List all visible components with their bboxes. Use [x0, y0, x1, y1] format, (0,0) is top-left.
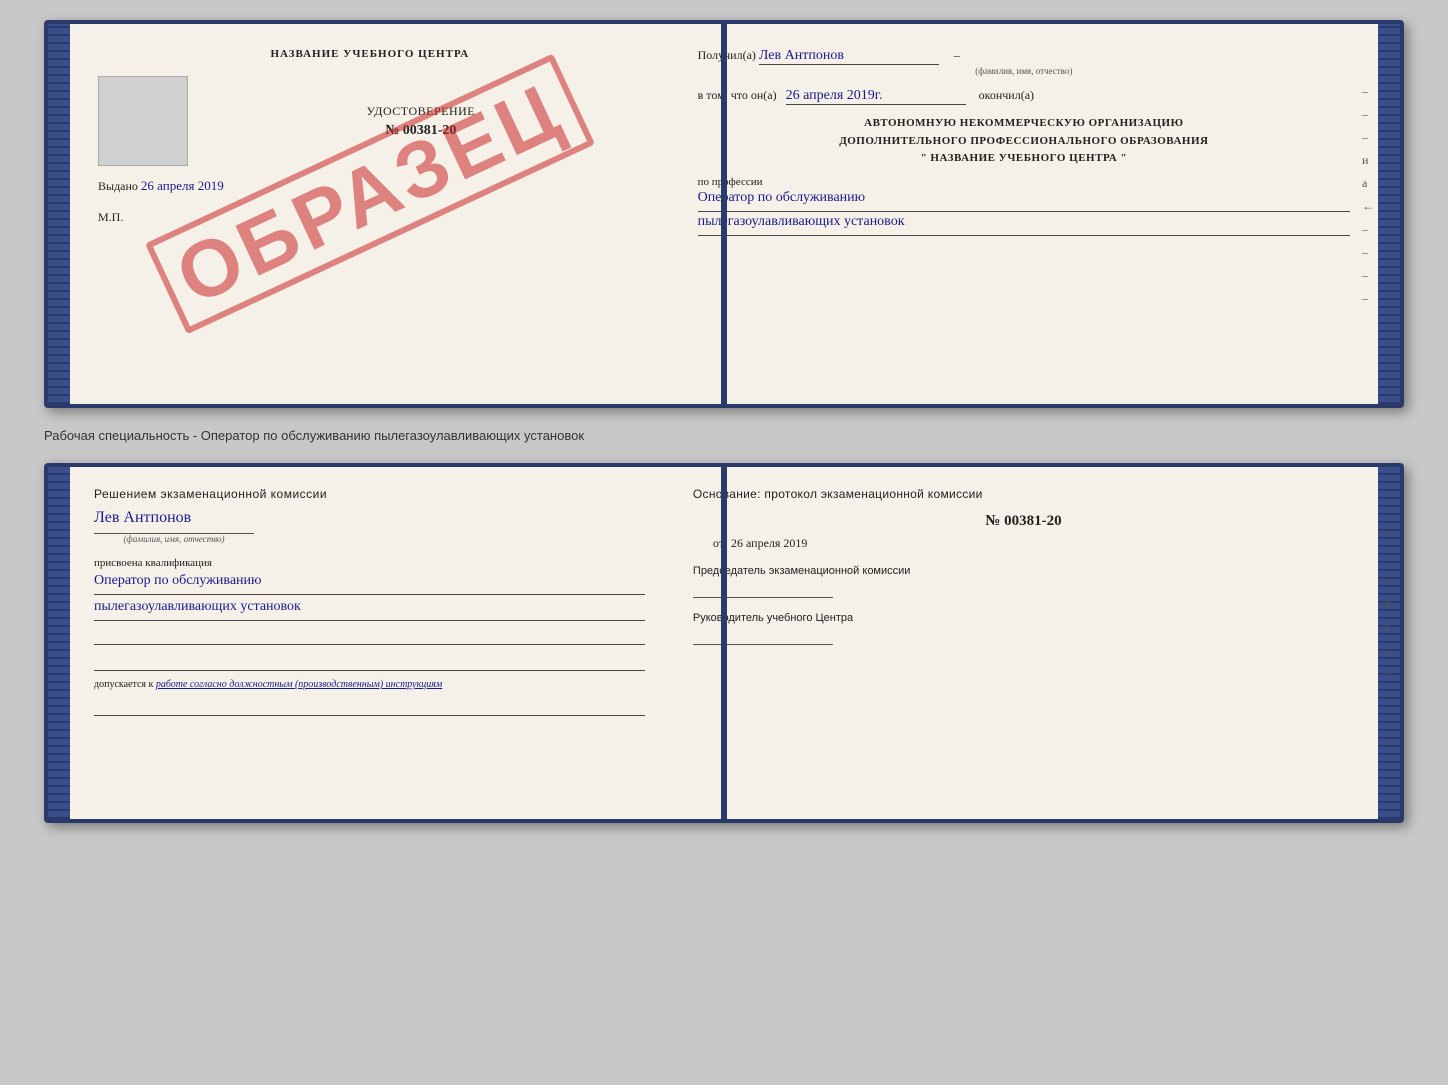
org-line3: " НАЗВАНИЕ УЧЕБНОГО ЦЕНТРА ": [698, 150, 1350, 168]
udostoverenie-title: УДОСТОВЕРЕНИЕ: [200, 104, 642, 119]
top-certificate: НАЗВАНИЕ УЧЕБНОГО ЦЕНТРА УДОСТОВЕРЕНИЕ №…: [44, 20, 1404, 408]
udostoverenie-block: УДОСТОВЕРЕНИЕ № 00381-20: [200, 104, 642, 139]
poluchil-line: Получил(а) Лев Антпонов – (фамилия, имя,…: [698, 48, 1350, 76]
predsedatel-signature-line: [693, 597, 833, 598]
bottom-fio-sublabel: (фамилия, имя, отчество): [94, 533, 254, 544]
ot-label: от: [713, 536, 724, 550]
document-container: НАЗВАНИЕ УЧЕБНОГО ЦЕНТРА УДОСТОВЕРЕНИЕ №…: [44, 20, 1404, 823]
poluchil-value: Лев Антпонов: [759, 48, 939, 65]
okonchil-label: окончил(а): [979, 88, 1034, 102]
qualification-lines: Оператор по обслуживанию пылегазоулавлив…: [94, 573, 645, 671]
mp-line: М.П.: [98, 210, 642, 225]
seal-area: УДОСТОВЕРЕНИЕ № 00381-20: [98, 76, 642, 166]
decision-title: Решением экзаменационной комиссии: [94, 487, 645, 501]
vydano-line: Выдано 26 апреля 2019: [98, 178, 642, 194]
org-block: АВТОНОМНУЮ НЕКОММЕРЧЕСКУЮ ОРГАНИЗАЦИЮ ДО…: [698, 115, 1350, 168]
top-cert-left-page: НАЗВАНИЕ УЧЕБНОГО ЦЕНТРА УДОСТОВЕРЕНИЕ №…: [70, 24, 670, 404]
blank-line-3: [94, 696, 645, 716]
v-tom-label: в том, что он(а): [698, 88, 777, 102]
blank-line-1: [94, 625, 645, 645]
bottom-cert-left-page: Решением экзаменационной комиссии Лев Ан…: [70, 467, 669, 819]
vydano-label: Выдано: [98, 179, 138, 193]
bottom-name-value: Лев Антпонов: [94, 509, 645, 527]
org-line2: ДОПОЛНИТЕЛЬНОГО ПРОФЕССИОНАЛЬНОГО ОБРАЗО…: [698, 133, 1350, 151]
rukovoditel-label: Руководитель учебного Центра: [693, 612, 1354, 624]
osnovanie-label: Основание: протокол экзаменационной коми…: [693, 487, 1354, 501]
udostoverenie-number: № 00381-20: [200, 123, 642, 139]
binding-right: [1378, 24, 1400, 404]
v-tom-date: 26 апреля 2019г.: [786, 88, 966, 105]
top-cert-right-page: Получил(а) Лев Антпонов – (фамилия, имя,…: [670, 24, 1378, 404]
v-tom-line: в том, что он(а) 26 апреля 2019г. окончи…: [698, 88, 1350, 105]
qualification-line2: пылегазоулавливающих установок: [94, 599, 645, 621]
ot-date: от 26 апреля 2019: [693, 536, 1354, 551]
predsedatel-label: Председатель экзаменационной комиссии: [693, 565, 1354, 577]
profession-line1: Оператор по обслуживанию: [698, 190, 1350, 212]
protocol-number: № 00381-20: [693, 513, 1354, 530]
prisvoena-label: присвоена квалификация: [94, 557, 645, 569]
seal-placeholder: [98, 76, 188, 166]
dopuskaetsya-italic: работе согласно должностным (производств…: [156, 679, 442, 690]
bottom-certificate: Решением экзаменационной комиссии Лев Ан…: [44, 463, 1404, 823]
mp-label: М.П.: [98, 210, 123, 224]
profession-line2: пылегазоулавливающих установок: [698, 214, 1350, 236]
rukovoditel-signature-line: [693, 644, 833, 645]
fio-sublabel: (фамилия, имя, отчество): [698, 66, 1350, 76]
blank-line-2: [94, 651, 645, 671]
binding-left: [48, 24, 70, 404]
right-side-dashes: – – – и а ← – – – –: [1362, 84, 1374, 306]
ot-date-value: 26 апреля 2019: [731, 536, 807, 550]
poluchil-label: Получил(а): [698, 48, 756, 62]
between-text: Рабочая специальность - Оператор по обсл…: [44, 424, 1404, 447]
bottom-right-side-dashes: – – – и а ← – – – –: [1384, 527, 1396, 749]
vydano-date: 26 апреля 2019: [141, 178, 224, 193]
dopuskaetsya-prefix: допускается к: [94, 679, 153, 690]
dopuskaetsya-block: допускается к работе согласно должностны…: [94, 679, 645, 690]
po-professii-label: по профессии: [698, 176, 1350, 188]
top-cert-school-name: НАЗВАНИЕ УЧЕБНОГО ЦЕНТРА: [98, 48, 642, 60]
bottom-binding-left: [48, 467, 70, 819]
bottom-cert-right-page: Основание: протокол экзаменационной коми…: [669, 467, 1378, 819]
qualification-line1: Оператор по обслуживанию: [94, 573, 645, 595]
org-line1: АВТОНОМНУЮ НЕКОММЕРЧЕСКУЮ ОРГАНИЗАЦИЮ: [698, 115, 1350, 133]
